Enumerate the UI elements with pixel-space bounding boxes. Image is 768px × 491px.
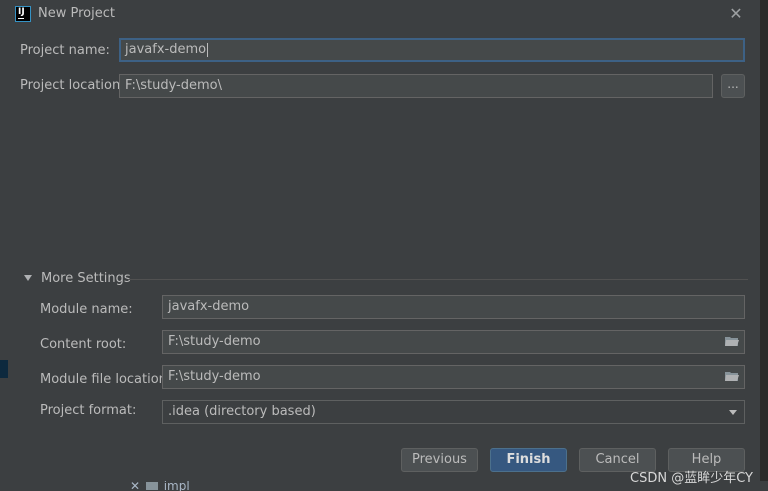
more-settings-header[interactable]: More Settings <box>41 271 131 286</box>
project-format-select[interactable]: .idea (directory based) <box>162 400 745 424</box>
module-file-location-input[interactable]: F:\study-demo <box>162 365 745 389</box>
title-bar: IJ New Project ✕ <box>8 0 760 28</box>
folder-open-icon[interactable] <box>725 371 739 382</box>
text-caret <box>207 42 209 57</box>
module-name-label: Module name: <box>40 302 133 317</box>
background-tree-item: ✕ impl <box>130 481 190 491</box>
close-icon[interactable]: ✕ <box>726 4 746 24</box>
chevron-down-icon <box>729 410 737 415</box>
intellij-idea-icon: IJ <box>15 6 31 22</box>
folder-open-icon[interactable] <box>725 336 739 347</box>
project-location-input[interactable]: F:\study-demo\ <box>119 74 713 98</box>
background-ide-strip <box>0 0 8 491</box>
module-name-input[interactable]: javafx-demo <box>162 295 745 319</box>
section-divider <box>128 279 748 280</box>
project-format-label: Project format: <box>40 403 137 418</box>
collapse-triangle-icon[interactable] <box>24 275 32 281</box>
window-title: New Project <box>38 6 115 21</box>
content-root-label: Content root: <box>40 337 127 352</box>
new-project-dialog: IJ New Project ✕ Project name: javafx-de… <box>8 0 761 481</box>
background-selection <box>0 360 8 378</box>
project-name-label: Project name: <box>20 43 110 58</box>
project-location-label: Project location: <box>20 78 125 93</box>
close-small-icon: ✕ <box>130 481 141 491</box>
content-root-input[interactable]: F:\study-demo <box>162 330 745 354</box>
module-file-location-label: Module file location: <box>40 372 172 387</box>
previous-button[interactable]: Previous <box>401 448 478 472</box>
finish-button[interactable]: Finish <box>490 448 567 472</box>
project-name-input[interactable]: javafx-demo <box>119 38 745 62</box>
watermark: CSDN @蓝眸少年CY <box>630 471 753 486</box>
folder-icon <box>145 482 158 490</box>
browse-location-button[interactable]: ... <box>721 74 745 98</box>
